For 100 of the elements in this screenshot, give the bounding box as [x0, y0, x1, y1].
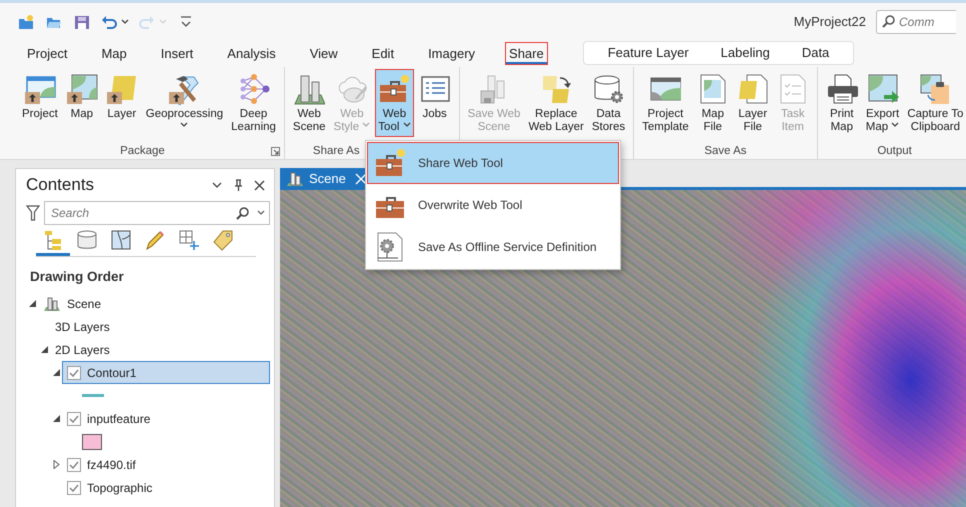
- undo-icon: [101, 14, 117, 30]
- search-icon: [882, 15, 895, 28]
- new-project-icon: [18, 14, 34, 30]
- raster-map-image[interactable]: [280, 190, 966, 507]
- scene-icon: [286, 171, 304, 187]
- ribbon-button[interactable]: Map File: [694, 69, 732, 137]
- ribbon-tab[interactable]: Share: [505, 42, 548, 64]
- ribbon-tab[interactable]: Project: [23, 42, 72, 64]
- layer-name: fz4490.tif: [87, 456, 136, 474]
- contextual-tab[interactable]: Labeling: [710, 43, 780, 63]
- menu-item[interactable]: Save As Offline Service Definition: [367, 226, 619, 268]
- layer-name: Scene: [67, 296, 102, 313]
- cylinder-icon: [76, 229, 98, 251]
- close-icon[interactable]: [253, 178, 266, 192]
- layer-row[interactable]: 3D Layers: [50, 315, 270, 338]
- caret-icon: [891, 122, 900, 128]
- expanded-triangle-icon[interactable]: [52, 368, 60, 378]
- map-package-icon: [66, 73, 98, 105]
- search-icon: [236, 206, 249, 220]
- layer-row[interactable]: Contour1: [62, 361, 270, 384]
- map-export-icon: [866, 73, 899, 105]
- layer-document-icon: [736, 73, 769, 105]
- ribbon-button[interactable]: Web Tool: [375, 69, 414, 137]
- layer-row[interactable]: Topographic: [62, 476, 270, 500]
- customize-icon: [178, 14, 194, 30]
- caret-icon: [180, 122, 188, 128]
- layer-row[interactable]: 2D Layers: [50, 338, 270, 362]
- grid-plus-icon: [178, 229, 200, 251]
- search-field[interactable]: Search: [49, 203, 236, 223]
- redo-icon: [139, 14, 155, 30]
- layer-list-icon: [42, 229, 64, 251]
- save-icon: [74, 14, 90, 30]
- group-label: Output: [876, 144, 913, 159]
- launcher-icon[interactable]: [270, 147, 280, 156]
- ribbon-button[interactable]: Web Scene: [290, 69, 329, 137]
- checkbox[interactable]: [67, 480, 81, 495]
- caret-icon: [362, 122, 370, 128]
- layer-package-icon: [106, 73, 138, 105]
- section-heading: Drawing Order: [30, 268, 125, 286]
- ribbon-button[interactable]: Layer: [102, 69, 141, 124]
- layer-row[interactable]: Scene: [38, 292, 270, 316]
- menu-item[interactable]: Share Web Tool: [367, 142, 619, 184]
- layer-name: Topographic: [87, 480, 152, 497]
- group-label: Share As: [312, 144, 361, 159]
- contextual-tab[interactable]: Data: [792, 43, 840, 63]
- neural-network-icon: [238, 73, 270, 105]
- collapsed-triangle-icon[interactable]: [52, 460, 60, 470]
- checkbox[interactable]: [67, 458, 81, 472]
- caret-icon: [257, 210, 265, 216]
- ribbon-tab[interactable]: Edit: [368, 42, 398, 64]
- expanded-triangle-icon[interactable]: [52, 414, 60, 424]
- checkbox[interactable]: [67, 412, 81, 426]
- command-search-box[interactable]: Comm: [876, 10, 956, 34]
- ribbon-tab[interactable]: View: [306, 42, 342, 64]
- layer-name: 3D Layers: [55, 318, 110, 336]
- ribbon-button[interactable]: Geoprocessing: [142, 69, 226, 137]
- toolbox-sun-icon: [374, 147, 406, 179]
- caret-icon: [402, 122, 411, 128]
- pin-icon[interactable]: [232, 178, 245, 192]
- toolbox-sun-icon: [378, 73, 410, 105]
- filter-icon[interactable]: [26, 205, 40, 221]
- replace-sheets-icon: [540, 73, 572, 105]
- clipboard-map-icon: [919, 73, 952, 105]
- command-search-field[interactable]: Comm: [895, 12, 945, 30]
- city-buildings-icon: [293, 73, 326, 105]
- group-label: Save As: [703, 144, 748, 159]
- layer-name: 2D Layers: [55, 342, 110, 359]
- ribbon-tab[interactable]: Insert: [156, 42, 198, 64]
- ribbon-button[interactable]: Layer File: [734, 69, 772, 137]
- ribbon-button[interactable]: Print Map: [822, 69, 861, 137]
- ribbon-button[interactable]: Jobs: [416, 69, 454, 124]
- scene-icon: [43, 296, 61, 312]
- ribbon-button[interactable]: Project: [19, 69, 61, 124]
- layer-name: Contour1: [87, 364, 136, 382]
- expanded-triangle-icon[interactable]: [28, 299, 36, 308]
- tag-icon: [212, 229, 234, 251]
- ribbon-button[interactable]: Capture To Clipboard: [904, 69, 966, 137]
- ribbon-tab[interactable]: Analysis: [223, 42, 280, 64]
- ribbon-button[interactable]: Replace Web Layer: [525, 69, 587, 137]
- map-sheet-icon: [110, 229, 132, 251]
- checkbox[interactable]: [67, 366, 81, 380]
- ribbon-tab[interactable]: Map: [97, 42, 131, 64]
- pane-title: Contents: [26, 174, 94, 196]
- ribbon-button[interactable]: Deep Learning: [228, 69, 279, 137]
- layer-row[interactable]: inputfeature: [62, 407, 270, 430]
- caret-icon: [121, 18, 129, 24]
- layer-name: inputfeature: [87, 410, 150, 428]
- expanded-triangle-icon[interactable]: [40, 345, 48, 354]
- ribbon-tab[interactable]: Imagery: [424, 42, 480, 64]
- ribbon-button[interactable]: Map: [62, 69, 101, 124]
- caret-icon: [159, 18, 167, 24]
- database-gear-icon: [592, 73, 624, 105]
- contextual-tab[interactable]: Feature Layer: [598, 43, 699, 63]
- project-name: MyProject22: [794, 12, 866, 31]
- hammer-package-icon: [168, 73, 200, 105]
- ribbon-button[interactable]: Export Map: [862, 69, 902, 137]
- ribbon-button[interactable]: Data Stores: [588, 69, 628, 137]
- layer-row[interactable]: fz4490.tif: [62, 453, 270, 476]
- search-box[interactable]: Search: [44, 201, 270, 225]
- ribbon-button[interactable]: Project Template: [639, 69, 692, 137]
